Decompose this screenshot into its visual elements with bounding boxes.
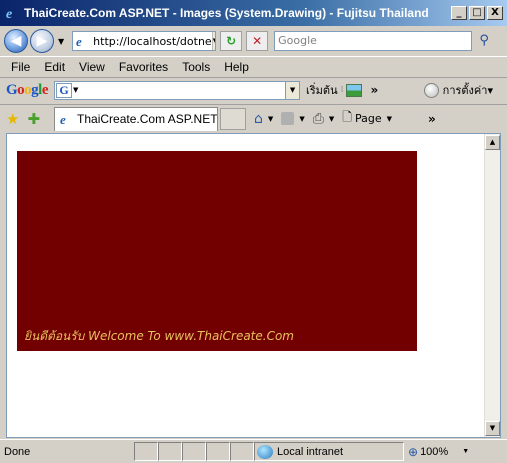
generated-image: ยินดีต้อนรับ Welcome To www.ThaiCreate.C… (17, 151, 417, 351)
google-logo[interactable]: Google (6, 82, 49, 99)
menu-favorites[interactable]: Favorites (112, 60, 175, 74)
menu-help[interactable]: Help (217, 60, 256, 74)
page-content: ยินดีต้อนรับ Welcome To www.ThaiCreate.C… (6, 133, 501, 438)
search-icon[interactable]: ⚲ (476, 33, 492, 49)
printer-icon: ⎙ (312, 110, 324, 127)
globe-icon (257, 444, 273, 459)
back-button[interactable]: ◀ (4, 29, 28, 53)
status-pane (206, 442, 230, 461)
google-search-button[interactable]: เริ่มต้น (306, 81, 338, 99)
status-text: Done (4, 445, 31, 458)
feed-icon (281, 112, 295, 125)
page-menu-label: Page (354, 112, 382, 125)
tab-active[interactable]: e ThaiCreate.Com ASP.NET ... (54, 106, 219, 131)
zoom-icon: ⊕ (408, 444, 419, 459)
image-search-icon[interactable] (346, 83, 363, 97)
scroll-up-icon[interactable]: ▲ (485, 135, 500, 150)
page-menu-button[interactable]: 🗋 Page ▼ (342, 108, 392, 129)
feeds-button[interactable]: ▼ (281, 112, 305, 125)
google-search-input[interactable]: G ▼ (54, 80, 287, 100)
add-favorite-icon[interactable]: ✚ (27, 110, 40, 128)
favorites-star-icon[interactable]: ★ (6, 110, 19, 128)
status-pane (230, 442, 254, 461)
toolbar-separator: ⁞ (340, 85, 344, 95)
google-settings-button[interactable]: การตั้งค่า▾ (423, 81, 493, 99)
print-button[interactable]: ⎙ ▼ (313, 111, 335, 127)
svg-text:e: e (60, 112, 66, 126)
maximize-button[interactable]: □ (469, 6, 485, 20)
recent-pages-dropdown[interactable]: ▼ (58, 37, 64, 46)
chevron-down-icon[interactable]: ▼ (462, 448, 469, 455)
security-zone[interactable]: Local intranet (254, 442, 404, 461)
banner-welcome-text: ยินดีต้อนรับ Welcome To www.ThaiCreate.C… (24, 329, 294, 343)
google-toolbar: Google G ▼ ▼ เริ่มต้น ⁞ » การตั้งค่า▾ (0, 78, 507, 102)
svg-text:e: e (6, 7, 12, 21)
address-field[interactable]: e http://localhost/dotne ▼ (72, 31, 217, 51)
search-input[interactable]: Google (274, 31, 473, 51)
menu-bar: File Edit View Favorites Tools Help (0, 56, 507, 78)
forward-button[interactable]: ▶ (30, 29, 54, 53)
address-url: http://localhost/dotne (93, 34, 212, 48)
page-icon: e (59, 112, 73, 126)
tab-bar: ★ ✚ e ThaiCreate.Com ASP.NET ... ⌂ ▼ ▼ ⎙ ▼… (0, 104, 507, 132)
status-pane (134, 442, 158, 461)
google-search-dropdown[interactable]: ▼ (286, 80, 301, 100)
address-toolbar: ◀ ▶ ▼ e http://localhost/dotne ▼ ↻ ✕ Goo… (0, 26, 507, 56)
zoom-level: 100% (420, 445, 449, 458)
page-icon: e (75, 34, 89, 48)
svg-text:e: e (76, 34, 82, 48)
title-bar: e ThaiCreate.Com ASP.NET - Images (Syste… (0, 0, 507, 26)
zone-label: Local intranet (277, 445, 344, 458)
menu-view[interactable]: View (72, 60, 112, 74)
menu-tools[interactable]: Tools (175, 60, 217, 74)
google-settings-label: การตั้งค่า▾ (442, 84, 493, 97)
settings-icon (423, 82, 439, 98)
google-more-button[interactable]: » (370, 83, 378, 97)
status-bar: Done Local intranet ⊕ 100% ▼ (0, 439, 507, 463)
address-dropdown-icon[interactable]: ▼ (211, 32, 216, 50)
menu-edit[interactable]: Edit (37, 60, 72, 74)
vertical-scrollbar[interactable]: ▲ ▼ (484, 134, 500, 437)
tab-label: ThaiCreate.Com ASP.NET ... (77, 112, 219, 126)
window-title: ThaiCreate.Com ASP.NET - Images (System.… (24, 6, 429, 20)
close-button[interactable]: X (487, 6, 503, 20)
ie-logo-icon: e (4, 5, 20, 21)
status-pane (182, 442, 206, 461)
home-button[interactable]: ⌂ ▼ (254, 111, 273, 127)
menu-file[interactable]: File (4, 60, 37, 74)
chevron-down-icon[interactable]: ▼ (73, 86, 78, 94)
home-icon: ⌂ (254, 110, 263, 127)
refresh-button[interactable]: ↻ (220, 31, 243, 51)
command-more-button[interactable]: » (428, 112, 436, 126)
scroll-down-icon[interactable]: ▼ (485, 421, 500, 436)
minimize-button[interactable]: _ (451, 6, 467, 20)
stop-button[interactable]: ✕ (246, 31, 269, 51)
google-g-icon[interactable]: G (56, 82, 73, 98)
status-pane (158, 442, 182, 461)
new-tab-button[interactable] (220, 107, 247, 130)
zoom-control[interactable]: ⊕ 100% ▼ (408, 445, 469, 459)
page-icon: 🗋 (342, 110, 352, 124)
